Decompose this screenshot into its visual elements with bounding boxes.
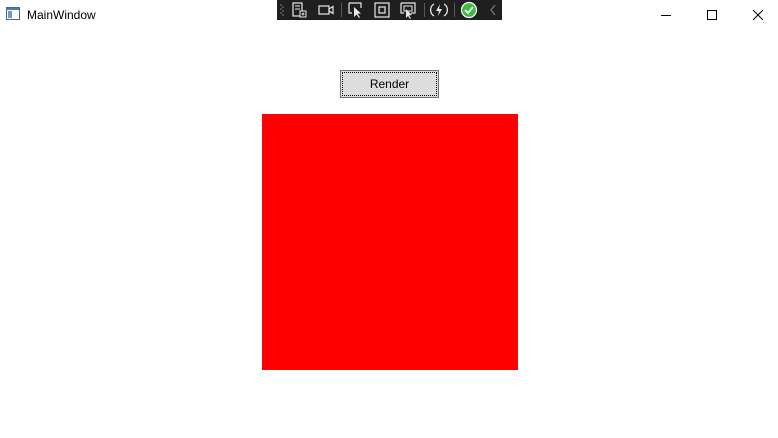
grip-handle[interactable] [280, 3, 284, 17]
toolbar-separator [341, 3, 342, 17]
toolbar-separator [454, 3, 455, 17]
debug-toolbar [277, 0, 502, 20]
hot-reload-icon[interactable] [430, 1, 448, 19]
minimize-button[interactable] [643, 0, 689, 29]
render-output-canvas [262, 114, 518, 370]
collapse-chevron-icon[interactable] [484, 1, 502, 19]
render-button-label: Render [369, 77, 410, 91]
record-icon[interactable] [317, 1, 335, 19]
maximize-button[interactable] [689, 0, 735, 29]
render-button[interactable]: Render [340, 70, 439, 98]
toolbar-separator [424, 3, 425, 17]
binding-failures-ok-icon[interactable] [460, 1, 478, 19]
close-button[interactable] [735, 0, 778, 29]
live-visual-tree-icon[interactable] [290, 1, 308, 19]
window-app-icon [6, 7, 20, 20]
select-element-icon[interactable] [347, 1, 365, 19]
track-focused-element-icon[interactable] [399, 1, 417, 19]
minimize-icon [661, 14, 671, 16]
window-title: MainWindow [27, 8, 96, 22]
maximize-icon [707, 9, 717, 20]
display-layout-adorners-icon[interactable] [373, 1, 391, 19]
close-icon [753, 9, 763, 20]
main-window: MainWindow Render [0, 0, 778, 438]
